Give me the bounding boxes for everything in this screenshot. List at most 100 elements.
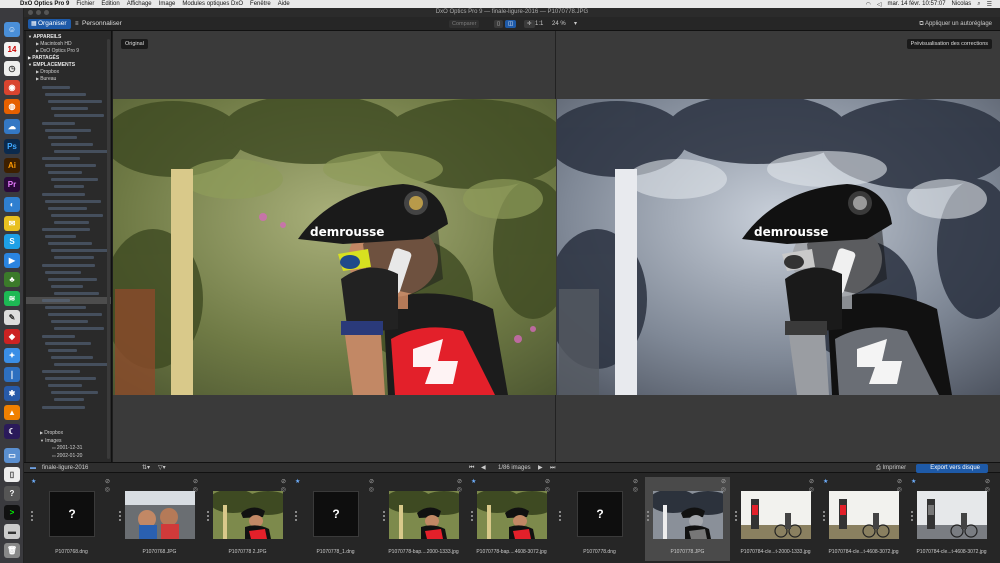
chrome-icon[interactable]: ◉ [4,80,20,95]
blurred-folder-row[interactable] [54,256,94,260]
volume-icon[interactable]: ◁ [877,1,882,8]
wifi-icon[interactable]: ◠ [866,1,871,8]
bluetooth-icon[interactable]: ✱ [4,386,20,401]
blurred-folder-row[interactable] [45,128,91,132]
illustrator-icon[interactable]: Ai [4,158,20,173]
compare-button[interactable]: Comparer [449,20,480,28]
edit-marker-icon[interactable]: ⊘ [281,478,286,485]
blurred-folder-row[interactable] [42,228,90,231]
edit-marker-icon[interactable]: ⊘ [545,478,550,485]
blurred-folder-row[interactable] [51,249,108,253]
file-icon[interactable]: ▯ [4,467,20,482]
drag-handle[interactable] [207,511,209,521]
edit-marker-icon[interactable]: ⊘ [985,478,990,485]
filmstrip-thumbnail[interactable]: ★ ⊘ ◎ P1070778-bap....4608-3072.jpg [469,477,554,561]
blurred-folder-row[interactable] [48,135,77,139]
blurred-folder-row[interactable] [48,277,97,281]
firefox-icon[interactable]: ◍ [4,99,20,114]
finder-icon[interactable]: ☺ [4,22,20,37]
tab-customize[interactable]: ≡ Personnaliser [72,19,126,29]
star-icon[interactable]: ★ [823,478,828,485]
premiere-icon[interactable]: Pr [4,177,20,192]
drag-handle[interactable] [647,511,649,521]
star-icon[interactable]: ★ [911,478,916,485]
settings-marker-icon[interactable]: ◎ [633,486,638,493]
blurred-folder-row[interactable] [51,391,98,395]
photoshop-icon[interactable]: Ps [4,139,20,154]
sidebar-item[interactable]: ▼ Images [26,437,111,444]
drag-handle[interactable] [31,511,33,521]
clock-app-icon[interactable]: ◷ [4,61,20,76]
blurred-folder-row[interactable] [45,306,86,310]
drag-handle[interactable] [471,511,473,521]
clock[interactable]: mar. 14 févr. 10:57:07 [888,1,946,7]
blurred-folder-row[interactable] [42,121,75,125]
blurred-folder-row[interactable] [42,370,80,373]
filmstrip-thumbnail[interactable]: ★ ⊘ ◎ P1070784-cle...t-4608-3072.jpg [909,477,994,561]
blurred-folder-row[interactable] [45,377,96,381]
minimize-window-button[interactable] [36,10,41,15]
trash-icon[interactable]: 🗑 [4,543,20,558]
skype-icon[interactable]: S [4,234,20,249]
sidebar-item[interactable]: ▭ 2001-12-31 [26,444,111,451]
zoom-window-button[interactable] [44,10,49,15]
globe-icon[interactable]: ◐ [4,197,20,212]
menu-help[interactable]: Aide [278,1,290,7]
blurred-folder-row[interactable] [42,263,95,267]
edit-marker-icon[interactable]: ⊘ [897,478,902,485]
filmstrip-thumbnail[interactable]: ⊘ ◎ P1070778.JPG [645,477,730,561]
books-icon[interactable]: ❘ [4,367,20,382]
blurred-folder-row[interactable] [42,192,85,196]
menu-view[interactable]: Affichage [127,1,152,7]
blurred-folder-row[interactable] [54,398,84,402]
star-icon[interactable]: ★ [31,478,36,485]
sidebar-item[interactable]: ▶ Bureau [26,75,111,82]
zoom-one-to-one[interactable]: 1:1 [535,20,543,28]
chat-icon[interactable]: ✉ [4,216,20,231]
settings-marker-icon[interactable]: ◎ [369,486,374,493]
notification-center-icon[interactable]: ☰ [987,1,992,8]
settings-marker-icon[interactable]: ◎ [105,486,110,493]
blurred-folder-row[interactable] [54,114,104,118]
sidebar-item[interactable]: ▶ Dropbox [26,68,111,75]
terminal-icon[interactable]: > [4,505,20,520]
edit-marker-icon[interactable]: ⊘ [369,478,374,485]
blurred-folder-row[interactable] [54,327,104,331]
blurred-folder-row[interactable] [48,384,82,388]
blurred-folder-row[interactable] [48,100,102,104]
blurred-folder-row[interactable] [48,348,77,352]
blurred-folder-row[interactable] [48,206,87,210]
star-icon[interactable]: ★ [471,478,476,485]
blurred-folder-row[interactable] [51,142,93,146]
filmstrip-thumbnail[interactable]: ⊘ ◎ P1070778-bap....2000-1333.jpg [381,477,466,561]
menu-file[interactable]: Fichier [76,1,94,7]
help-icon[interactable]: ? [4,486,20,501]
tree-icon[interactable]: ♣ [4,272,20,287]
sidebar-item[interactable]: ▼ EMPLACEMENTS [26,61,111,68]
blurred-folder-row[interactable] [48,242,92,246]
drag-handle[interactable] [119,511,121,521]
blurred-folder-row[interactable] [54,185,84,189]
menu-image[interactable]: Image [159,1,176,7]
filmstrip-thumbnail[interactable]: ⊘ ◎ P1070784-cle...t-2000-1333.jpg [733,477,818,561]
doc-icon[interactable]: ✎ [4,310,20,325]
blurred-folder-row[interactable] [42,157,80,160]
filmstrip-thumbnail[interactable]: ⊘ ◎? P1070778.dng [557,477,642,561]
user-name[interactable]: Nicolas [952,1,972,7]
chevron-down-icon[interactable]: ▾ [574,20,577,28]
blurred-folder-row[interactable] [42,405,85,409]
screen-icon[interactable]: ▬ [4,524,20,539]
export-to-disk-button[interactable]: Export vers disque [916,464,988,473]
edit-marker-icon[interactable]: ⊘ [721,478,726,485]
drag-handle[interactable] [911,511,913,521]
blurred-folder-row[interactable] [51,320,88,324]
blurred-folder-row[interactable] [54,220,89,224]
filmstrip-thumbnail[interactable]: ⊘ ◎ P1070768.JPG [117,477,202,561]
drag-handle[interactable] [823,511,825,521]
zoom-select[interactable]: 24 % [552,20,566,28]
blurred-folder-row[interactable] [51,284,83,288]
filmstrip-thumbnail[interactable]: ⊘ ◎ P1070778 2.JPG [205,477,290,561]
blurred-folder-row[interactable] [51,107,88,111]
blurred-folder-row[interactable] [45,93,86,97]
edit-marker-icon[interactable]: ⊘ [809,478,814,485]
